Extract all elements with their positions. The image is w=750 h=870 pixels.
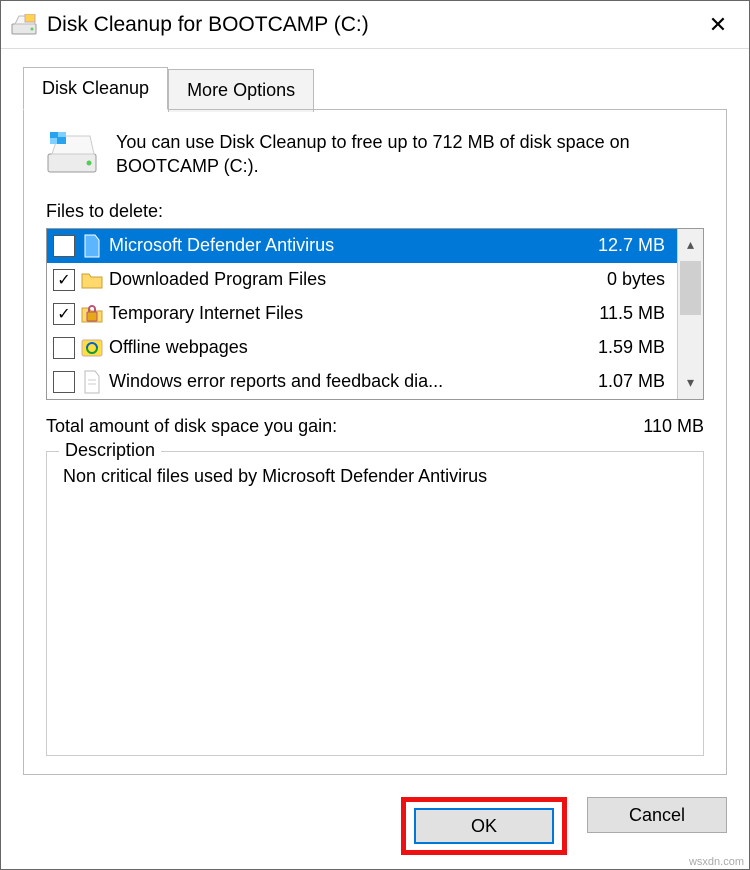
client-area: Disk Cleanup More Options <box>1 49 749 787</box>
scroll-track[interactable] <box>678 315 703 367</box>
dialog-buttons: OK Cancel <box>1 787 749 869</box>
ok-highlight: OK <box>401 797 567 855</box>
ok-button[interactable]: OK <box>414 808 554 844</box>
files-list: Microsoft Defender Antivirus 12.7 MB Downl… <box>46 228 704 400</box>
scroll-up-icon[interactable]: ▴ <box>678 229 703 261</box>
item-size: 1.59 MB <box>575 337 665 358</box>
list-item[interactable]: Temporary Internet Files 11.5 MB <box>47 297 677 331</box>
description-legend: Description <box>59 440 161 461</box>
checkbox[interactable] <box>53 269 75 291</box>
tab-disk-cleanup[interactable]: Disk Cleanup <box>23 67 168 110</box>
checkbox[interactable] <box>53 235 75 257</box>
item-size: 1.07 MB <box>575 371 665 392</box>
item-name: Downloaded Program Files <box>109 269 569 290</box>
checkbox[interactable] <box>53 303 75 325</box>
item-size: 0 bytes <box>575 269 665 290</box>
drive-cleanup-icon <box>11 14 37 36</box>
item-size: 12.7 MB <box>575 235 665 256</box>
item-name: Windows error reports and feedback dia..… <box>109 371 569 392</box>
item-name: Microsoft Defender Antivirus <box>109 235 569 256</box>
files-to-delete-label: Files to delete: <box>46 201 704 222</box>
item-size: 11.5 MB <box>575 303 665 324</box>
titlebar: Disk Cleanup for BOOTCAMP (C:) ✕ <box>1 1 749 49</box>
scroll-thumb[interactable] <box>680 261 701 315</box>
checkbox[interactable] <box>53 371 75 393</box>
tabs: Disk Cleanup More Options <box>23 67 727 110</box>
close-icon: ✕ <box>709 12 727 38</box>
item-name: Offline webpages <box>109 337 569 358</box>
checkbox[interactable] <box>53 337 75 359</box>
tab-more-options[interactable]: More Options <box>168 69 314 112</box>
item-name: Temporary Internet Files <box>109 303 569 324</box>
file-type-icon <box>81 369 103 395</box>
list-item[interactable]: Microsoft Defender Antivirus 12.7 MB <box>47 229 677 263</box>
total-value: 110 MB <box>643 416 704 437</box>
intro-text: You can use Disk Cleanup to free up to 7… <box>116 130 704 179</box>
intro-row: You can use Disk Cleanup to free up to 7… <box>46 130 704 179</box>
window-title: Disk Cleanup for BOOTCAMP (C:) <box>47 13 699 37</box>
list-item[interactable]: Offline webpages 1.59 MB <box>47 331 677 365</box>
scrollbar[interactable]: ▴ ▾ <box>677 229 703 399</box>
total-row: Total amount of disk space you gain: 110… <box>46 416 704 437</box>
file-type-icon <box>81 267 103 293</box>
close-button[interactable]: ✕ <box>699 6 737 44</box>
description-text: Non critical files used by Microsoft Def… <box>63 466 687 487</box>
list-item[interactable]: Windows error reports and feedback dia..… <box>47 365 677 399</box>
drive-icon <box>46 130 98 176</box>
disk-cleanup-dialog: Disk Cleanup for BOOTCAMP (C:) ✕ Disk Cl… <box>0 0 750 870</box>
file-type-icon <box>81 335 103 361</box>
description-group: Description Non critical files used by M… <box>46 451 704 756</box>
watermark: wsxdn.com <box>689 856 744 868</box>
scroll-down-icon[interactable]: ▾ <box>678 367 703 399</box>
list-item[interactable]: Downloaded Program Files 0 bytes <box>47 263 677 297</box>
file-type-icon <box>81 233 103 259</box>
tab-panel-cleanup: You can use Disk Cleanup to free up to 7… <box>23 109 727 775</box>
cancel-button[interactable]: Cancel <box>587 797 727 833</box>
total-label: Total amount of disk space you gain: <box>46 416 337 437</box>
file-type-icon <box>81 301 103 327</box>
